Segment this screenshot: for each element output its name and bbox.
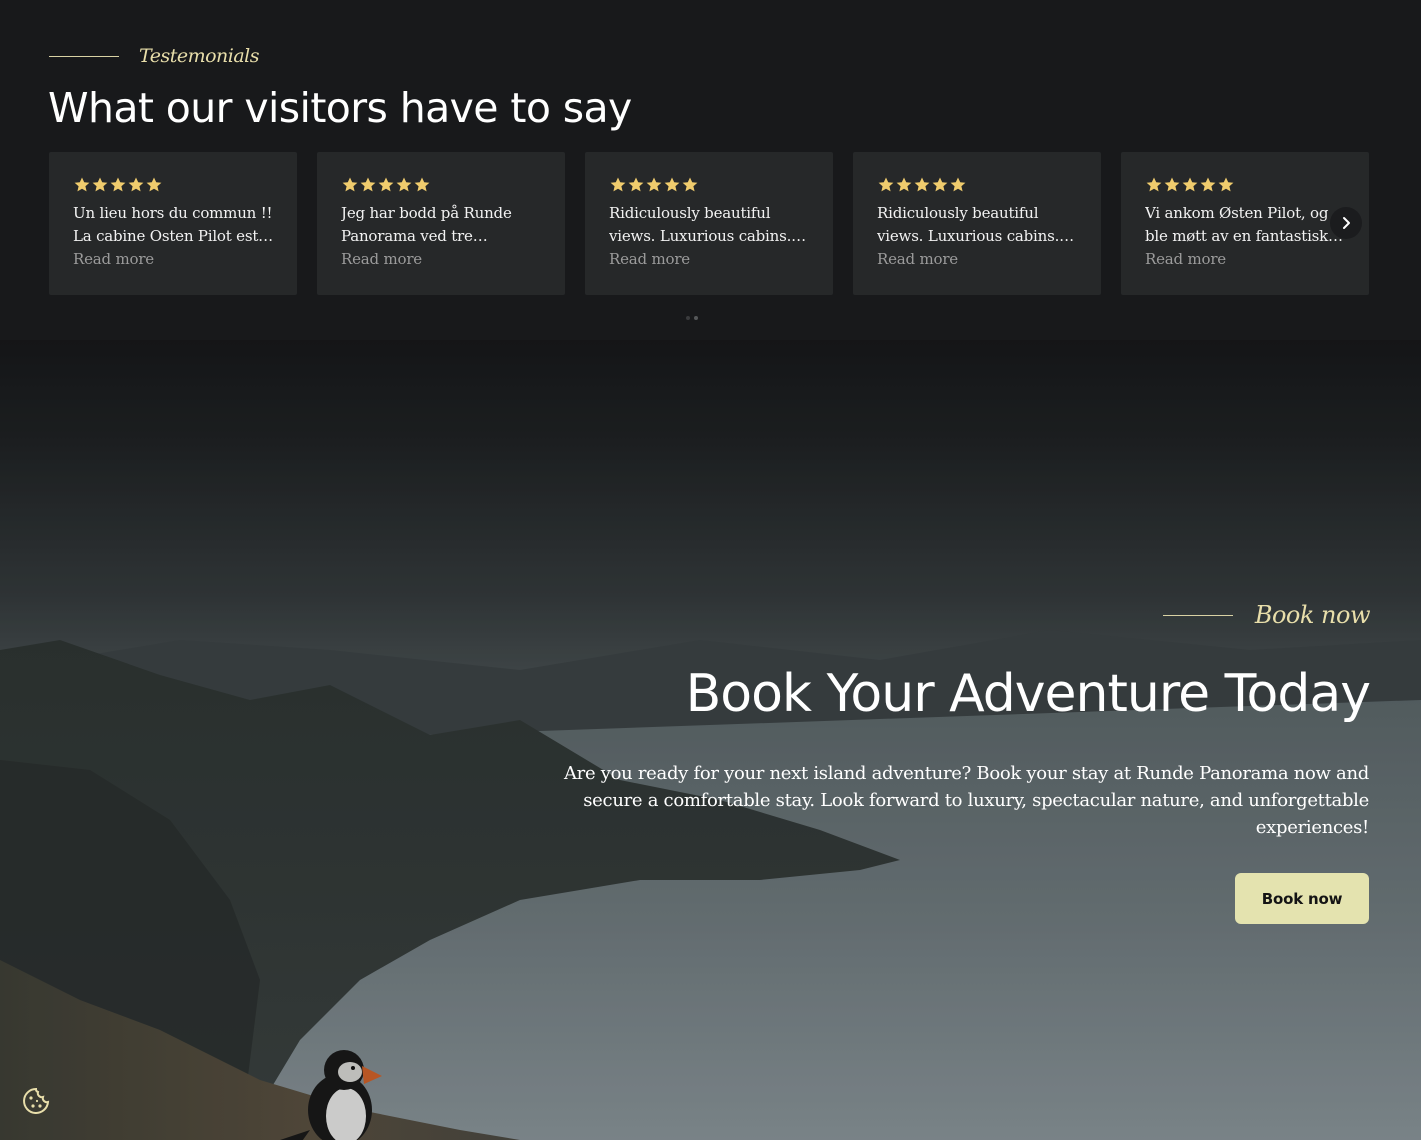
star-icon (628, 177, 644, 192)
booking-eyebrow-label: Book now (1254, 601, 1371, 629)
chevron-right-icon (1343, 217, 1350, 229)
eyebrow-rule (49, 55, 119, 57)
star-icon (682, 177, 698, 192)
star-icon (1146, 177, 1162, 192)
star-rating (609, 176, 809, 196)
booking-description: Are you ready for your next island adven… (563, 763, 1369, 838)
star-icon (664, 177, 680, 192)
star-icon (146, 177, 162, 192)
testimonial-text: Un lieu hors du commun !! La cabine Oste… (73, 204, 273, 245)
star-icon (932, 177, 948, 192)
star-icon (950, 177, 966, 192)
star-icon (378, 177, 394, 192)
star-icon (414, 177, 430, 192)
booking-heading: Book Your Adventure Today (685, 664, 1371, 724)
star-icon (646, 177, 662, 192)
carousel-next-button[interactable] (1330, 207, 1362, 239)
read-more-link[interactable]: Read more (341, 248, 541, 271)
star-icon (1164, 177, 1180, 192)
read-more-link[interactable]: Read more (1145, 248, 1345, 271)
star-rating (73, 176, 273, 196)
testimonial-text: Ridiculously beautiful views. Luxurious … (609, 204, 806, 245)
booking-eyebrow: Book now (1162, 601, 1371, 629)
testimonials-heading: What our visitors have to say (48, 84, 632, 132)
star-icon (610, 177, 626, 192)
book-now-button[interactable]: Book now (1235, 873, 1369, 924)
star-icon (128, 177, 144, 192)
pagination-dot[interactable] (686, 316, 690, 320)
read-more-link[interactable]: Read more (609, 248, 809, 271)
star-icon (914, 177, 930, 192)
carousel-pagination (686, 316, 698, 320)
coastal-cliffs-puffin-image (0, 340, 1421, 1140)
testimonial-card: Ridiculously beautiful views. Luxurious … (585, 152, 833, 295)
star-rating (877, 176, 1077, 196)
testimonials-eyebrow: Testemonials (49, 45, 260, 67)
booking-hero-background (0, 340, 1421, 1140)
star-icon (342, 177, 358, 192)
testimonial-card: Ridiculously beautiful views. Luxurious … (853, 152, 1101, 295)
read-more-link[interactable]: Read more (877, 248, 1077, 271)
star-rating (341, 176, 541, 196)
star-icon (396, 177, 412, 192)
read-more-link[interactable]: Read more (73, 248, 273, 271)
cookie-settings-button[interactable] (21, 1086, 51, 1116)
testimonial-text: Vi ankom Østen Pilot, og ble møtt av en … (1145, 204, 1343, 245)
testimonial-card: Jeg har bodd på Runde Panorama ved tre… … (317, 152, 565, 295)
star-icon (360, 177, 376, 192)
testimonials-eyebrow-label: Testemonials (139, 45, 260, 67)
cookie-icon (23, 1087, 50, 1114)
testimonial-carousel: Un lieu hors du commun !! La cabine Oste… (49, 152, 1369, 295)
star-icon (1182, 177, 1198, 192)
eyebrow-rule (1162, 614, 1233, 616)
star-icon (110, 177, 126, 192)
pagination-dot-active[interactable] (694, 316, 698, 320)
star-icon (92, 177, 108, 192)
star-icon (1218, 177, 1234, 192)
testimonial-text: Jeg har bodd på Runde Panorama ved tre… (341, 204, 512, 245)
testimonial-text: Ridiculously beautiful views. Luxurious … (877, 204, 1074, 245)
star-icon (1200, 177, 1216, 192)
star-rating (1145, 176, 1345, 196)
testimonial-card: Un lieu hors du commun !! La cabine Oste… (49, 152, 297, 295)
star-icon (878, 177, 894, 192)
star-icon (74, 177, 90, 192)
star-icon (896, 177, 912, 192)
